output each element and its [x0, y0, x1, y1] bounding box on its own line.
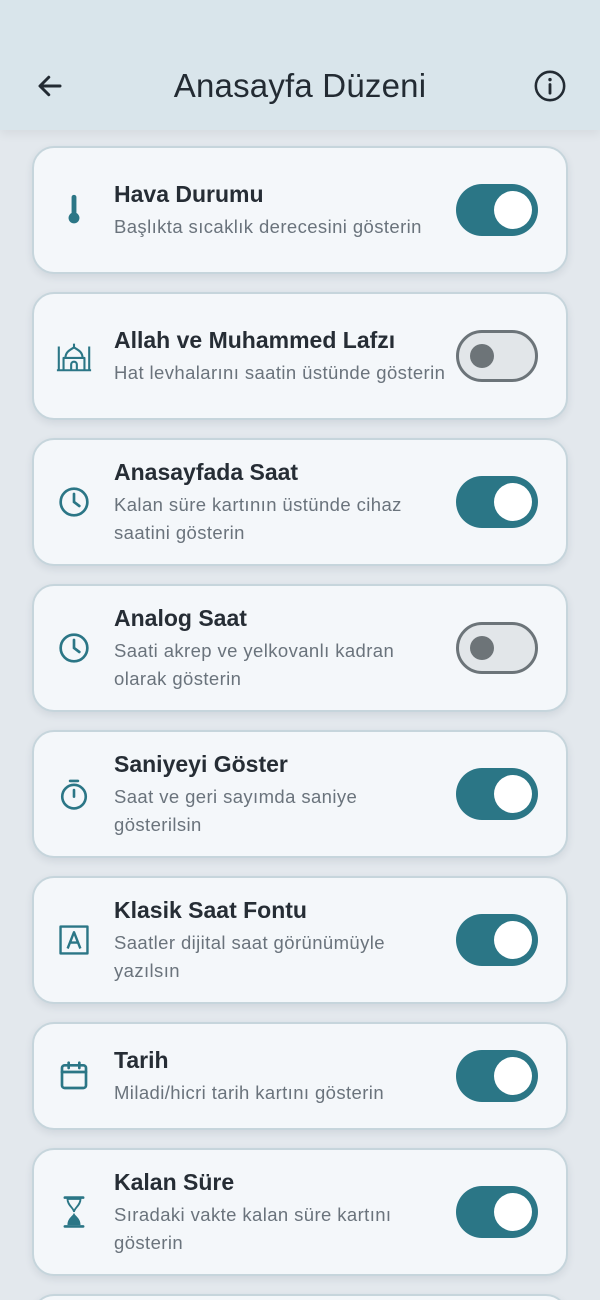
toggle-knob — [470, 344, 494, 368]
analog-clock-toggle[interactable] — [456, 622, 538, 674]
font-box-icon — [34, 878, 114, 1002]
setting-subtitle: Saatler dijital saat görünümüyle yazılsı… — [114, 932, 385, 981]
settings-list: Hava Durumu Başlıkta sıcaklık derecesini… — [32, 146, 568, 1300]
thermometer-icon — [34, 148, 114, 272]
clock-icon — [34, 586, 114, 710]
setting-subtitle: Başlıkta sıcaklık derecesini gösterin — [114, 216, 422, 237]
setting-title: Saniyeyi Göster — [114, 751, 288, 777]
setting-subtitle: Kalan süre kartının üstünde cihaz saatin… — [114, 494, 402, 543]
setting-title: Kalan Süre — [114, 1169, 235, 1195]
info-button[interactable] — [526, 62, 574, 110]
toggle-knob — [494, 191, 532, 229]
setting-card-remaining-time[interactable]: Kalan Süre Sıradaki vakte kalan süre kar… — [32, 1148, 568, 1276]
mosque-icon — [34, 294, 114, 418]
classic-font-toggle[interactable] — [456, 914, 538, 966]
stopwatch-icon — [34, 732, 114, 856]
toggle-knob — [494, 775, 532, 813]
setting-card-partial[interactable] — [32, 1294, 568, 1300]
setting-title: Anasayfada Saat — [114, 459, 299, 485]
setting-card-home-clock[interactable]: Anasayfada Saat Kalan süre kartının üstü… — [32, 438, 568, 566]
setting-title: Klasik Saat Fontu — [114, 897, 307, 923]
setting-title: Analog Saat — [114, 605, 247, 631]
seconds-toggle[interactable] — [456, 768, 538, 820]
setting-subtitle: Saati akrep ve yelkovanlı kadran olarak … — [114, 640, 395, 689]
hourglass-icon — [34, 1150, 114, 1274]
page-title: Anasayfa Düzeni — [173, 67, 427, 104]
setting-card-analog-clock[interactable]: Analog Saat Saati akrep ve yelkovanlı ka… — [32, 584, 568, 712]
setting-title: Tarih — [114, 1047, 169, 1073]
setting-card-seconds[interactable]: Saniyeyi Göster Saat ve geri sayımda san… — [32, 730, 568, 858]
toggle-knob — [494, 483, 532, 521]
calligraphy-toggle[interactable] — [456, 330, 538, 382]
app-bar: Anasayfa Düzeni — [0, 0, 600, 130]
setting-subtitle: Sıradaki vakte kalan süre kartını göster… — [114, 1204, 392, 1253]
clock-icon — [34, 440, 114, 564]
calendar-icon — [34, 1024, 114, 1128]
toggle-knob — [470, 636, 494, 660]
home-clock-toggle[interactable] — [456, 476, 538, 528]
date-toggle[interactable] — [456, 1050, 538, 1102]
setting-subtitle: Hat levhalarını saatin üstünde gösterin — [114, 362, 446, 383]
setting-title: Hava Durumu — [114, 181, 264, 207]
toggle-knob — [494, 921, 532, 959]
setting-card-classic-font[interactable]: Klasik Saat Fontu Saatler dijital saat g… — [32, 876, 568, 1004]
toggle-knob — [494, 1057, 532, 1095]
setting-subtitle: Saat ve geri sayımda saniye gösterilsin — [114, 786, 358, 835]
setting-card-calligraphy[interactable]: Allah ve Muhammed Lafzı Hat levhalarını … — [32, 292, 568, 420]
setting-subtitle: Miladi/hicri tarih kartını gösterin — [114, 1082, 385, 1103]
remaining-time-toggle[interactable] — [456, 1186, 538, 1238]
setting-title: Allah ve Muhammed Lafzı — [114, 327, 396, 353]
info-circle-icon — [533, 69, 567, 103]
toggle-knob — [494, 1193, 532, 1231]
setting-card-date[interactable]: Tarih Miladi/hicri tarih kartını gösteri… — [32, 1022, 568, 1130]
setting-card-weather[interactable]: Hava Durumu Başlıkta sıcaklık derecesini… — [32, 146, 568, 274]
weather-toggle[interactable] — [456, 184, 538, 236]
